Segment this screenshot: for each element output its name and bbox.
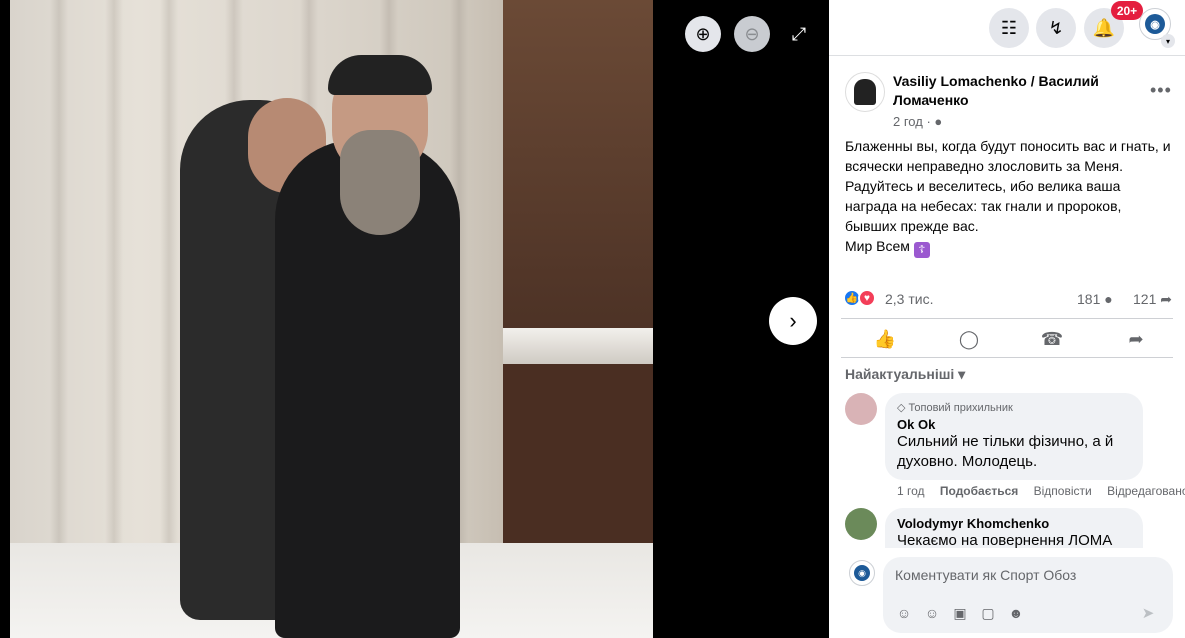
curtain-fold [105, 0, 123, 560]
post-text: Блаженны вы, когда будут поносить вас и … [845, 136, 1171, 258]
comment-input[interactable]: Коментувати як Спорт Обоз ☺ ☺ ▣ ▢ ☻ ➤ [883, 557, 1173, 633]
author-avatar-figure [854, 79, 876, 105]
whatsapp-button[interactable]: ☎ [1038, 325, 1066, 353]
share-button[interactable]: ➦ [1122, 325, 1150, 353]
shares-count[interactable]: 121 ➦ [1133, 291, 1172, 308]
composer-avatar[interactable]: ◉ [849, 560, 875, 586]
photo-viewer: ⊕ ⊖ ⤢ › [0, 0, 829, 638]
commenter-avatar[interactable] [845, 393, 877, 425]
thumbs-up-icon: 👍 [873, 328, 897, 349]
expand-button[interactable]: ⤢ [785, 20, 813, 48]
comment-icon: ◯ [958, 328, 980, 349]
grid-menu-icon: ☷ [1000, 17, 1018, 38]
send-icon[interactable]: ➤ [1137, 602, 1159, 624]
comment-like-link[interactable]: Подобається [940, 484, 1018, 498]
post-timestamp[interactable]: 2 год · ● [893, 114, 942, 129]
comment-reply-link[interactable]: Відповісти [1034, 484, 1092, 498]
reactions-count[interactable]: 2,3 тис. [885, 291, 933, 307]
comments-sort-dropdown[interactable]: Найактуальніші ▾ [845, 366, 965, 383]
top-bar: ☷ ↯ 🔔 20+ ◉ ▾ [829, 0, 1185, 56]
wood-wall [503, 0, 653, 360]
love-reaction-icon[interactable]: ♥ [858, 289, 876, 307]
post-text-paragraph: Блаженны вы, когда будут поносить вас и … [845, 138, 1171, 234]
comment-bubble: ◇ Топовий прихильник Ok Ok Сильний не ті… [885, 393, 1143, 480]
person-right-hat [328, 55, 432, 95]
comment-bubble: Volodymyr Khomchenko Чекаємо на повернен… [885, 508, 1143, 548]
comment-text: Чекаємо на повернення ЛОМА 🏅 [897, 531, 1131, 548]
post-time-text: 2 год · [893, 114, 935, 129]
like-button[interactable]: 👍 [871, 325, 899, 353]
zoom-out-button[interactable]: ⊖ [734, 16, 770, 52]
post-photo[interactable] [10, 0, 653, 638]
avatar-sticker-icon[interactable]: ☺ [893, 602, 915, 624]
expand-icon: ⤢ [791, 23, 807, 44]
more-options-button[interactable]: ••• [1150, 80, 1172, 101]
comment-text-value: Чекаємо на повернення ЛОМА [897, 532, 1113, 548]
gif-icon[interactable]: ▢ [977, 602, 999, 624]
curtain-fold [160, 0, 178, 560]
post-text-line: Мир Всем ☦ [845, 236, 1171, 258]
bell-icon: 🔔 [1092, 17, 1116, 38]
emoji-icon[interactable]: ☺ [921, 602, 943, 624]
next-photo-button[interactable]: › [769, 297, 817, 345]
author-avatar[interactable] [845, 72, 885, 112]
menu-button[interactable]: ☷ [989, 8, 1029, 48]
camera-icon[interactable]: ▣ [949, 602, 971, 624]
marble-countertop [503, 328, 653, 364]
chevron-right-icon: › [789, 308, 797, 333]
comment-composer: ◉ Коментувати як Спорт Обоз ☺ ☺ ▣ ▢ ☻ ➤ [829, 548, 1185, 638]
comment-time[interactable]: 1 год [897, 484, 925, 498]
sticker-icon[interactable]: ☻ [1005, 602, 1027, 624]
commenter-avatar[interactable] [845, 508, 877, 540]
globe-icon: ● [934, 114, 943, 129]
person-right-beard [340, 130, 420, 235]
post-text-peace: Мир Всем [845, 238, 914, 254]
curtain-fold [50, 0, 68, 560]
whatsapp-icon: ☎ [1040, 328, 1064, 349]
top-fan-badge: ◇ Топовий прихильник [897, 401, 1131, 414]
post-panel: ☷ ↯ 🔔 20+ ◉ ▾ Vasiliy Lomachenko / Васил… [829, 0, 1185, 638]
orthodox-cross-icon: ☦ [913, 242, 930, 258]
messenger-button[interactable]: ↯ [1036, 8, 1076, 48]
chevron-down-icon[interactable]: ▾ [1161, 34, 1175, 48]
oboz-logo-icon: ◉ [1145, 14, 1165, 34]
zoom-in-icon: ⊕ [695, 23, 711, 44]
comment-edited-label: Відредаговано [1107, 484, 1185, 498]
post-actions-bar: 👍 ◯ ☎ ➦ [841, 318, 1173, 358]
comment-text: Сильний не тільки фізично, а й духовно. … [897, 433, 1114, 470]
messenger-icon: ↯ [1048, 17, 1064, 38]
commenter-name[interactable]: Ok Ok [897, 417, 1131, 432]
comment-item: Volodymyr Khomchenko Чекаємо на повернен… [845, 508, 1175, 548]
zoom-out-icon: ⊖ [744, 23, 760, 44]
commenter-name[interactable]: Volodymyr Khomchenko [897, 516, 1131, 531]
author-name[interactable]: Vasiliy Lomachenko / Василий Ломаченко [893, 72, 1143, 110]
comments-count[interactable]: 181 ● [1077, 291, 1113, 307]
shares-count-value: 121 [1133, 291, 1157, 307]
comments-count-value: 181 [1077, 291, 1101, 307]
oboz-logo-icon: ◉ [854, 565, 870, 581]
comment-bubble-icon: ● [1104, 291, 1113, 307]
diamond-icon: ◇ [897, 402, 909, 414]
top-fan-badge-text: Топовий прихильник [908, 402, 1013, 414]
comment-button[interactable]: ◯ [955, 325, 983, 353]
share-icon: ➦ [1128, 328, 1144, 349]
notifications-badge: 20+ [1111, 1, 1143, 20]
facebook-photo-viewer: ⊕ ⊖ ⤢ › ☷ ↯ 🔔 20+ ◉ ▾ Vasiliy Lomachenko… [0, 0, 1185, 638]
reactions-row: 👍 ♥ 2,3 тис. 181 ● 121 ➦ [843, 288, 1175, 310]
zoom-in-button[interactable]: ⊕ [685, 16, 721, 52]
comment-input-placeholder: Коментувати як Спорт Обоз [895, 567, 1077, 583]
comment-meta: 1 год Подобається Відповісти Відредагова… [897, 484, 1185, 498]
share-arrow-icon: ➦ [1160, 291, 1172, 307]
